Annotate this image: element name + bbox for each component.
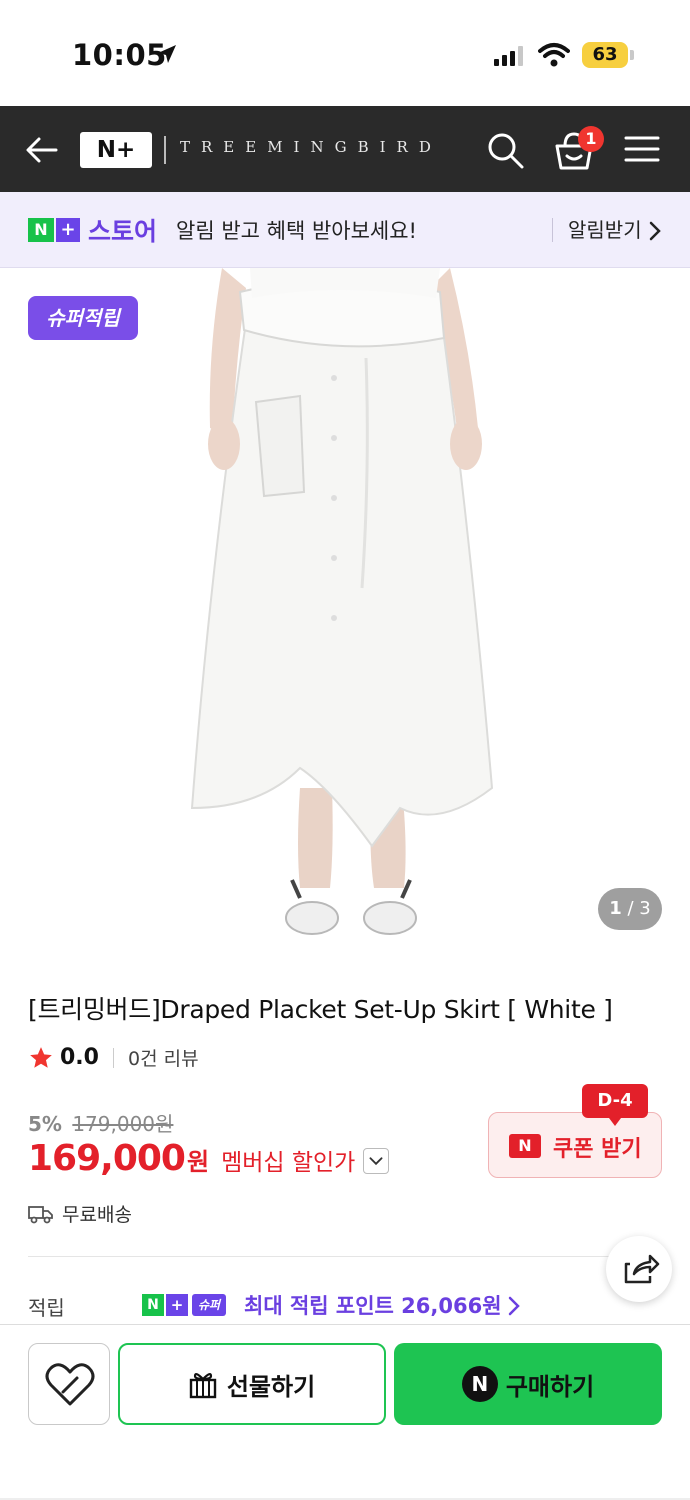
brand-divider xyxy=(164,136,166,164)
cellular-signal-icon xyxy=(494,46,523,66)
notice-divider xyxy=(552,218,553,242)
membership-price-label: 멤버십 할인가 xyxy=(221,1150,356,1176)
discount-row: 5% 179,000원 xyxy=(28,1108,173,1137)
product-image-carousel[interactable] xyxy=(0,268,690,958)
naver-n-icon: N xyxy=(509,1134,541,1158)
original-price: 179,000원 xyxy=(72,1112,174,1136)
status-bar: 10:05 63 xyxy=(0,0,690,106)
chevron-right-icon xyxy=(508,1296,520,1316)
truck-icon xyxy=(28,1205,53,1223)
gift-button[interactable]: 선물하기 xyxy=(118,1343,386,1425)
coupon-label: 쿠폰 받기 xyxy=(553,1137,642,1162)
max-points-link[interactable]: 최대 적립 포인트 26,066원 xyxy=(244,1290,502,1320)
store-wordmark: 스토어 xyxy=(88,217,158,246)
wifi-icon xyxy=(538,43,570,67)
location-arrow-icon xyxy=(158,45,176,63)
subscribe-alert-button[interactable]: 알림받기 xyxy=(568,214,642,243)
coupon-deadline-badge: D-4 xyxy=(582,1084,648,1126)
shipping-info: 무료배송 xyxy=(62,1204,132,1226)
naver-plus-store-logo: N + xyxy=(28,218,80,242)
product-title: [트리밍버드]Draped Placket Set-Up Skirt [ Whi… xyxy=(28,995,613,1024)
rating-row[interactable]: 0.0 0건 리뷰 xyxy=(28,1044,199,1071)
chevron-right-icon xyxy=(649,221,661,241)
gift-icon xyxy=(189,1372,217,1399)
notice-message: 알림 받고 혜택 받아보세요! xyxy=(176,219,417,243)
search-icon[interactable] xyxy=(485,130,525,170)
status-time: 10:05 xyxy=(72,38,167,72)
image-page-indicator: 1 / 3 xyxy=(598,888,662,930)
battery-nub xyxy=(630,50,634,60)
naver-pay-icon: N xyxy=(461,1366,498,1402)
wishlist-button[interactable] xyxy=(28,1343,110,1425)
star-icon xyxy=(30,1046,52,1068)
battery-indicator: 63 xyxy=(582,42,628,68)
share-icon xyxy=(624,1254,660,1284)
price-row: 169,000 원 멤버십 할인가 xyxy=(28,1138,390,1179)
heart-icon xyxy=(45,1363,95,1406)
hamburger-menu-icon[interactable] xyxy=(624,134,660,164)
gift-label: 선물하기 xyxy=(226,1372,316,1401)
sale-price: 169,000 xyxy=(28,1138,186,1179)
bottom-action-bar: 선물하기 N 구매하기 xyxy=(0,1324,690,1500)
discount-percent: 5% xyxy=(28,1112,62,1136)
rating-divider xyxy=(112,1047,114,1068)
back-arrow-icon[interactable] xyxy=(24,132,60,168)
review-count[interactable]: 0건 리뷰 xyxy=(128,1044,199,1071)
buy-button[interactable]: N 구매하기 xyxy=(394,1343,662,1425)
buy-label: 구매하기 xyxy=(505,1372,595,1401)
shipping-row: 무료배송 xyxy=(28,1200,132,1227)
price-unit: 원 xyxy=(186,1148,210,1176)
rating-value: 0.0 xyxy=(60,1045,99,1070)
cart-count-badge: 1 xyxy=(578,126,604,152)
points-label: 적립 xyxy=(28,1296,65,1320)
brand-name[interactable]: TREEMINGBIRD xyxy=(180,138,442,156)
product-photo xyxy=(190,268,494,935)
chevron-down-icon[interactable] xyxy=(363,1148,390,1174)
get-coupon-button[interactable]: N 쿠폰 받기 xyxy=(488,1112,662,1178)
super-points-badge: 슈퍼적립 xyxy=(28,296,138,340)
naver-plus-logo[interactable]: N+ xyxy=(80,132,152,168)
naver-plus-super-logo: N + 슈퍼 xyxy=(142,1294,227,1316)
share-button[interactable] xyxy=(606,1236,672,1302)
notification-banner[interactable]: N + 스토어 알림 받고 혜택 받아보세요! 알림받기 xyxy=(0,192,690,268)
section-divider xyxy=(28,1256,662,1257)
